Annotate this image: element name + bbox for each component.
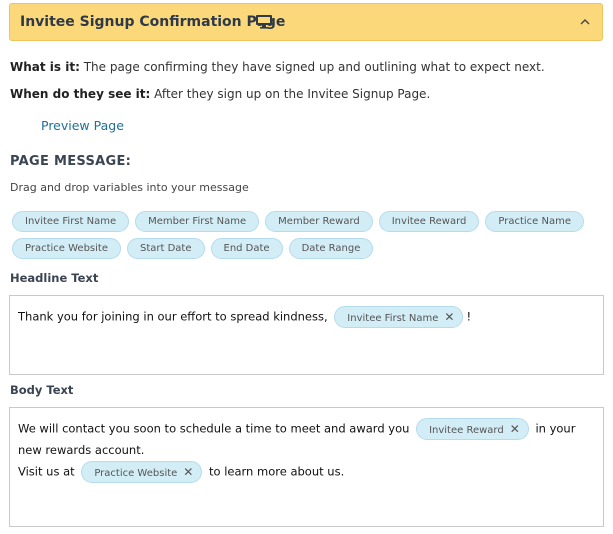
- when-see-it-line: When do they see it: After they sign up …: [10, 87, 430, 101]
- remove-icon[interactable]: ✕: [444, 307, 454, 327]
- variable-chip[interactable]: Member Reward: [265, 211, 373, 232]
- inserted-variable-label: Invitee Reward: [429, 425, 504, 436]
- when-see-it-text: After they sign up on the Invitee Signup…: [150, 87, 431, 101]
- variable-chips-row-1: Invitee First Name Member First Name Mem…: [12, 211, 584, 232]
- variable-chip[interactable]: Start Date: [126, 238, 205, 259]
- what-is-it-text: The page confirming they have signed up …: [79, 60, 545, 74]
- body-editor[interactable]: We will contact you soon to schedule a t…: [9, 407, 604, 527]
- headline-text-label: Headline Text: [10, 271, 99, 285]
- variable-chip[interactable]: Practice Name: [485, 211, 584, 232]
- variable-chip[interactable]: End Date: [210, 238, 283, 259]
- what-is-it-label: What is it:: [10, 60, 80, 74]
- when-see-it-label: When do they see it:: [10, 87, 151, 101]
- variable-chip[interactable]: Member First Name: [135, 211, 260, 232]
- body-text-segment: Visit us at: [18, 464, 75, 479]
- what-is-it-line: What is it: The page confirming they hav…: [10, 60, 545, 74]
- body-text-segment: We will contact you soon to schedule a t…: [18, 421, 410, 436]
- section-title: Invitee Signup Confirmation Page: [20, 14, 286, 30]
- headline-text-before: Thank you for joining in our effort to s…: [18, 309, 328, 324]
- monitor-icon: [256, 15, 272, 29]
- headline-text-after: !: [466, 309, 472, 324]
- drag-drop-hint: Drag and drop variables into your messag…: [10, 181, 249, 194]
- body-text-label: Body Text: [10, 383, 74, 397]
- inserted-variable-chip[interactable]: Practice Website ✕: [81, 461, 203, 483]
- remove-icon[interactable]: ✕: [510, 419, 520, 439]
- inserted-variable-chip[interactable]: Invitee Reward ✕: [416, 418, 529, 440]
- chevron-up-icon[interactable]: [576, 13, 594, 31]
- section-header[interactable]: Invitee Signup Confirmation Page: [9, 3, 603, 41]
- variable-chip[interactable]: Practice Website: [12, 238, 121, 259]
- variable-chip[interactable]: Invitee First Name: [12, 211, 130, 232]
- body-text-segment: to learn more about us.: [209, 464, 345, 479]
- preview-page-link[interactable]: Preview Page: [41, 118, 124, 133]
- inserted-variable-chip[interactable]: Invitee First Name ✕: [334, 306, 464, 328]
- remove-icon[interactable]: ✕: [183, 462, 193, 482]
- variable-chips-row-2: Practice Website Start Date End Date Dat…: [12, 238, 374, 259]
- inserted-variable-label: Invitee First Name: [347, 313, 439, 324]
- body-paragraph-1: We will contact you soon to schedule a t…: [18, 418, 595, 461]
- page-message-title: PAGE MESSAGE:: [10, 154, 132, 169]
- body-paragraph-2: Visit us at Practice Website ✕ to learn m…: [18, 461, 595, 483]
- headline-editor[interactable]: Thank you for joining in our effort to s…: [9, 295, 604, 375]
- inserted-variable-label: Practice Website: [94, 468, 178, 479]
- variable-chip[interactable]: Invitee Reward: [378, 211, 480, 232]
- variable-chip[interactable]: Date Range: [288, 238, 374, 259]
